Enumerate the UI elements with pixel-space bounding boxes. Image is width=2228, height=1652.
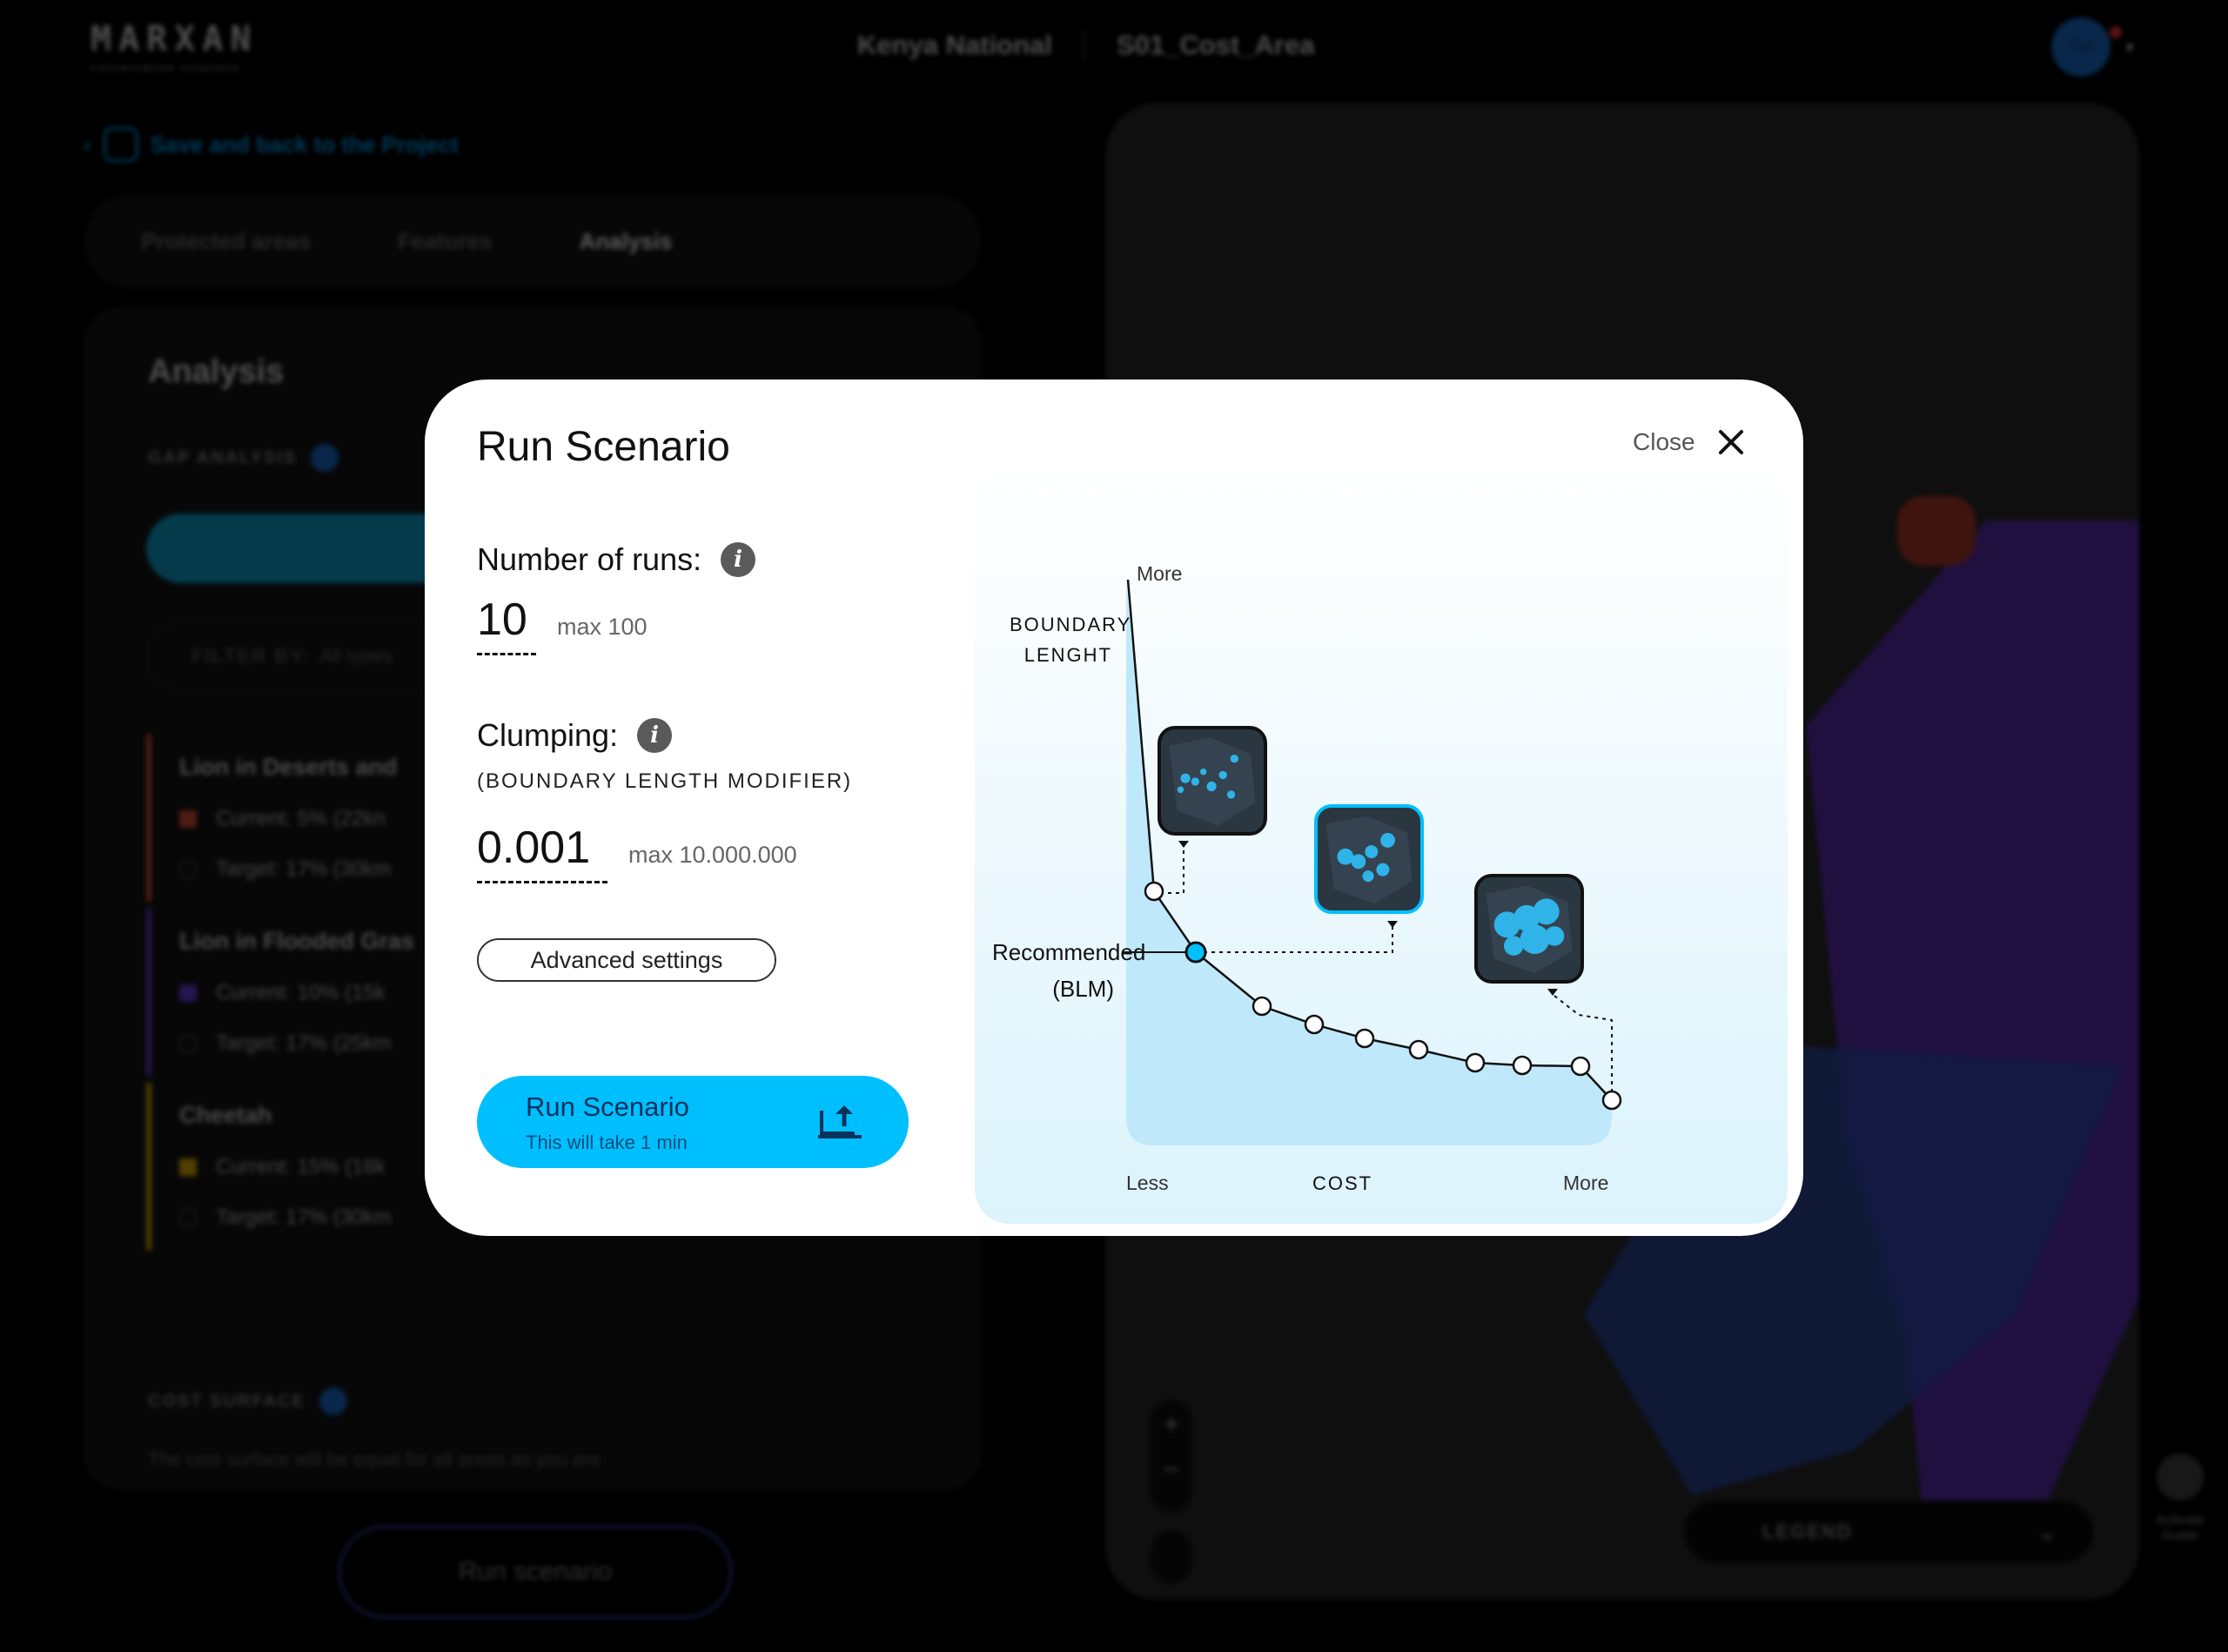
- solution-thumbnail-recommended[interactable]: [1314, 804, 1424, 914]
- x-more-label: More: [1563, 1172, 1609, 1194]
- clumping-max: max 10.000.000: [628, 842, 797, 868]
- run-scenario-modal: Run Scenario Close Number of runs: i max…: [425, 379, 1803, 1236]
- run-button-label: Run Scenario: [526, 1091, 689, 1122]
- clumping-input[interactable]: [477, 822, 607, 883]
- x-less-label: Less: [1126, 1172, 1169, 1194]
- run-button-subtitle: This will take 1 min: [526, 1132, 688, 1153]
- info-icon[interactable]: i: [721, 542, 756, 577]
- blm-chart: More BOUNDARY LENGHT Recommended (BLM) L…: [975, 465, 1788, 1224]
- info-icon[interactable]: i: [637, 718, 673, 753]
- chart-point[interactable]: [1304, 1014, 1325, 1035]
- chart-point[interactable]: [1144, 881, 1164, 902]
- chart-point-recommended[interactable]: [1184, 941, 1207, 964]
- y-axis-label-line1: BOUNDARY: [1010, 614, 1132, 635]
- runs-max: max 100: [557, 614, 648, 640]
- runs-label-text: Number of runs:: [477, 541, 702, 577]
- chart-point[interactable]: [1512, 1055, 1533, 1076]
- x-axis-label: COST: [1312, 1172, 1373, 1194]
- chart-point[interactable]: [1601, 1090, 1622, 1111]
- thumb-pointer: [1547, 989, 1558, 996]
- solution-thumbnail-high[interactable]: [1474, 874, 1584, 984]
- solution-thumbnail-low[interactable]: [1158, 726, 1267, 836]
- runs-label: Number of runs: i: [477, 541, 756, 578]
- recommended-label: Recommended (BLM): [992, 935, 1146, 1007]
- clumping-field: max 10.000.000: [477, 822, 797, 883]
- close-label: Close: [1633, 428, 1695, 455]
- runs-input[interactable]: [477, 594, 536, 655]
- connector-middle: [1196, 924, 1393, 953]
- chart-point[interactable]: [1252, 996, 1272, 1017]
- chart-point[interactable]: [1570, 1056, 1591, 1077]
- map-thumbnail-icon: [1486, 885, 1573, 974]
- clumping-caption: (BOUNDARY LENGTH MODIFIER): [477, 769, 853, 793]
- recommended-label-line1: Recommended: [992, 939, 1146, 965]
- chart-point[interactable]: [1408, 1039, 1429, 1060]
- y-axis-label: BOUNDARY LENGHT: [1010, 609, 1132, 670]
- run-scenario-button[interactable]: Run Scenario This will take 1 min: [477, 1076, 909, 1168]
- runs-field: max 100: [477, 594, 648, 655]
- modal-title: Run Scenario: [477, 424, 730, 470]
- thumb-pointer: [1178, 841, 1189, 848]
- run-upload-icon: [818, 1105, 862, 1138]
- chart-point[interactable]: [1354, 1028, 1375, 1049]
- thumb-pointer: [1387, 921, 1398, 928]
- close-icon: [1718, 429, 1744, 455]
- map-thumbnail-icon: [1325, 816, 1413, 904]
- recommended-label-line2: (BLM): [1052, 975, 1114, 1002]
- y-axis-label-line2: LENGHT: [1023, 644, 1112, 667]
- chart-point[interactable]: [1465, 1052, 1486, 1073]
- advanced-settings-button[interactable]: Advanced settings: [477, 938, 776, 982]
- clumping-label-text: Clumping:: [477, 717, 619, 753]
- map-thumbnail-icon: [1169, 737, 1256, 826]
- close-button[interactable]: Close: [1633, 428, 1744, 456]
- y-more-label: More: [1137, 562, 1183, 585]
- clumping-label: Clumping: i: [477, 717, 673, 754]
